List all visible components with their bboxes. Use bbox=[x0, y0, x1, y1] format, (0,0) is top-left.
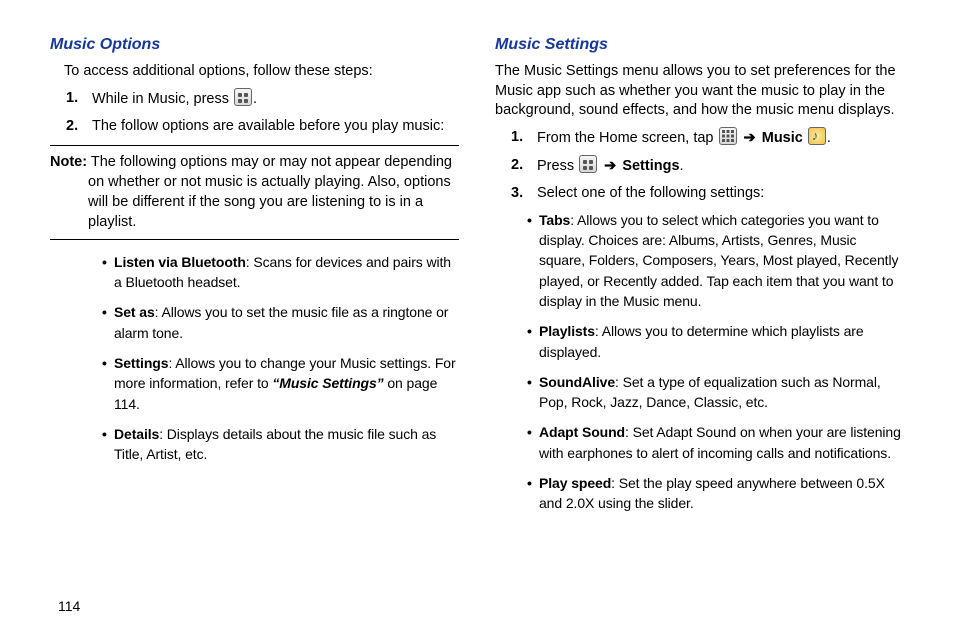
page-number: 114 bbox=[58, 598, 80, 614]
settings-step-1: 1. From the Home screen, tap ➔ Music . bbox=[521, 127, 904, 149]
options-intro: To access additional options, follow the… bbox=[50, 62, 459, 82]
setting-soundalive: SoundAlive: Set a type of equalization s… bbox=[527, 372, 904, 413]
note-label: Note: bbox=[50, 154, 87, 170]
music-settings-heading: Music Settings bbox=[495, 36, 904, 54]
options-step-2: 2. The follow options are available befo… bbox=[76, 116, 459, 137]
settings-step-2: 2. Press ➔ Settings. bbox=[521, 155, 904, 177]
settings-bullets: Tabs: Allows you to select which categor… bbox=[495, 210, 904, 514]
option-settings: Settings: Allows you to change your Musi… bbox=[102, 353, 459, 414]
option-set-as: Set as: Allows you to set the music file… bbox=[102, 302, 459, 343]
setting-tabs: Tabs: Allows you to select which categor… bbox=[527, 210, 904, 311]
settings-intro: The Music Settings menu allows you to se… bbox=[495, 62, 904, 121]
option-details: Details: Displays details about the musi… bbox=[102, 424, 459, 465]
option-bluetooth: Listen via Bluetooth: Scans for devices … bbox=[102, 252, 459, 293]
setting-adapt-sound: Adapt Sound: Set Adapt Sound on when you… bbox=[527, 422, 904, 463]
options-bullets: Listen via Bluetooth: Scans for devices … bbox=[50, 252, 459, 465]
setting-playlists: Playlists: Allows you to determine which… bbox=[527, 321, 904, 362]
music-options-heading: Music Options bbox=[50, 36, 459, 54]
apps-grid-icon bbox=[719, 127, 737, 145]
arrow-icon: ➔ bbox=[602, 158, 618, 174]
menu-icon bbox=[234, 88, 252, 106]
options-step-1: 1. While in Music, press . bbox=[76, 88, 459, 110]
note-block: Note: The following options may or may n… bbox=[50, 145, 459, 240]
settings-step-3: 3. Select one of the following settings: bbox=[521, 183, 904, 204]
arrow-icon: ➔ bbox=[742, 130, 758, 146]
setting-play-speed: Play speed: Set the play speed anywhere … bbox=[527, 473, 904, 514]
options-steps: 1. While in Music, press . 2. The follow… bbox=[50, 88, 459, 137]
menu-icon bbox=[579, 155, 597, 173]
music-note-icon bbox=[808, 127, 826, 145]
settings-steps: 1. From the Home screen, tap ➔ Music . 2… bbox=[495, 127, 904, 204]
left-column: Music Options To access additional optio… bbox=[50, 36, 459, 524]
right-column: Music Settings The Music Settings menu a… bbox=[495, 36, 904, 524]
